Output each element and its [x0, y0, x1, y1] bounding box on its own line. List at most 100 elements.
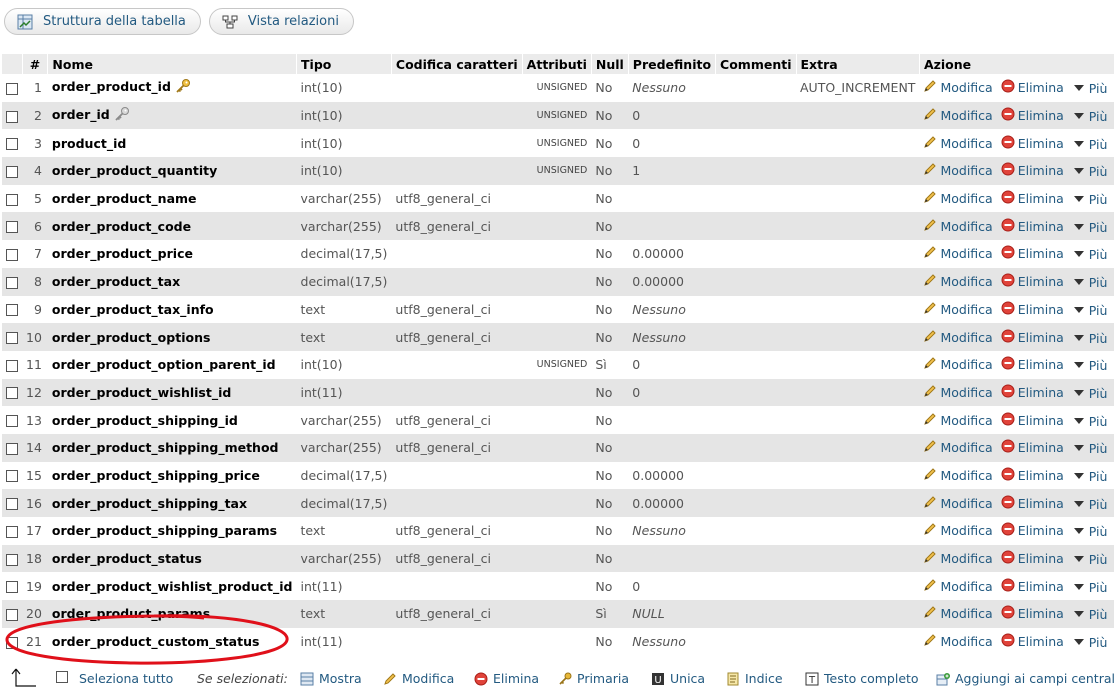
table-row[interactable]: 8 order_product_tax decimal(17,5) No 0.00000… [2, 267, 1114, 296]
more-dropdown[interactable]: Più [1072, 414, 1107, 429]
row-checkbox[interactable] [6, 525, 18, 538]
edit-button[interactable]: Modifica [923, 356, 993, 373]
table-row[interactable]: 6 order_product_code varchar(255) utf8_gene… [2, 212, 1114, 241]
row-checkbox-cell[interactable] [2, 74, 22, 102]
row-checkbox-cell[interactable] [2, 295, 22, 324]
edit-button[interactable]: Modifica [923, 79, 993, 96]
row-checkbox-cell[interactable] [2, 350, 22, 379]
drop-button[interactable]: Elimina [1001, 245, 1064, 262]
drop-button[interactable]: Elimina [1001, 135, 1064, 152]
row-checkbox-cell[interactable] [2, 433, 22, 462]
more-dropdown[interactable]: Più [1072, 358, 1107, 373]
drop-button[interactable]: Elimina [1001, 301, 1064, 318]
drop-button[interactable]: Elimina [1001, 329, 1064, 346]
drop-button[interactable]: Elimina [1001, 439, 1064, 456]
edit-button[interactable]: Modifica [923, 190, 993, 207]
edit-button[interactable]: Modifica [923, 384, 993, 401]
row-checkbox[interactable] [6, 415, 18, 428]
drop-button[interactable]: Elimina [1001, 107, 1064, 124]
footer-index-button[interactable]: Indice [726, 671, 783, 686]
row-checkbox[interactable] [6, 248, 18, 261]
row-checkbox-cell[interactable] [2, 129, 22, 158]
edit-button[interactable]: Modifica [923, 412, 993, 429]
more-dropdown[interactable]: Più [1072, 220, 1107, 235]
row-checkbox[interactable] [6, 165, 18, 178]
edit-button[interactable]: Modifica [923, 301, 993, 318]
edit-button[interactable]: Modifica [923, 522, 993, 539]
row-checkbox-cell[interactable] [2, 600, 22, 628]
more-dropdown[interactable]: Più [1072, 441, 1107, 456]
row-checkbox[interactable] [6, 221, 18, 234]
table-row[interactable]: 3 product_id int(10) UNSIGNED No 0 Modifica Eli… [2, 129, 1114, 158]
edit-button[interactable]: Modifica [923, 578, 993, 595]
row-checkbox[interactable] [6, 498, 18, 511]
more-dropdown[interactable]: Più [1072, 552, 1107, 567]
row-checkbox[interactable] [6, 304, 18, 317]
edit-button[interactable]: Modifica [923, 550, 993, 567]
edit-button[interactable]: Modifica [923, 467, 993, 484]
edit-button[interactable]: Modifica [923, 633, 993, 650]
row-checkbox-cell[interactable] [2, 461, 22, 490]
row-checkbox[interactable] [6, 332, 18, 345]
more-dropdown[interactable]: Più [1072, 386, 1107, 401]
drop-button[interactable]: Elimina [1001, 384, 1064, 401]
footer-central-columns-button[interactable]: Aggiungi ai campi centrali [936, 671, 1114, 686]
footer-drop-button[interactable]: Elimina [474, 671, 539, 686]
more-dropdown[interactable]: Più [1072, 524, 1107, 539]
row-checkbox[interactable] [6, 276, 18, 289]
table-row[interactable]: 20 order_product_params text utf8_general_c… [2, 600, 1114, 628]
footer-edit-button[interactable]: Modifica [383, 671, 454, 686]
drop-button[interactable]: Elimina [1001, 79, 1064, 96]
edit-button[interactable]: Modifica [923, 218, 993, 235]
table-row[interactable]: 16 order_product_shipping_tax decimal(17,5… [2, 489, 1114, 517]
more-dropdown[interactable]: Più [1072, 247, 1107, 262]
row-checkbox[interactable] [6, 442, 18, 455]
edit-button[interactable]: Modifica [923, 245, 993, 262]
header-type[interactable]: Tipo [296, 54, 392, 74]
edit-button[interactable]: Modifica [923, 273, 993, 290]
header-default[interactable]: Predefinito [628, 54, 717, 74]
drop-button[interactable]: Elimina [1001, 273, 1064, 290]
more-dropdown[interactable]: Più [1072, 469, 1107, 484]
row-checkbox-cell[interactable] [2, 184, 22, 213]
row-checkbox-cell[interactable] [2, 212, 22, 241]
drop-button[interactable]: Elimina [1001, 190, 1064, 207]
drop-button[interactable]: Elimina [1001, 522, 1064, 539]
row-checkbox[interactable] [6, 387, 18, 400]
drop-button[interactable]: Elimina [1001, 412, 1064, 429]
row-checkbox-cell[interactable] [2, 378, 22, 407]
drop-button[interactable]: Elimina [1001, 162, 1064, 179]
drop-button[interactable]: Elimina [1001, 633, 1064, 650]
more-dropdown[interactable]: Più [1072, 192, 1107, 207]
row-checkbox-cell[interactable] [2, 517, 22, 545]
footer-unique-button[interactable]: U Unica [651, 671, 705, 686]
row-checkbox[interactable] [6, 553, 18, 566]
table-row[interactable]: 21 order_product_custom_status int(11) No Ne… [2, 627, 1114, 656]
table-row[interactable]: 10 order_product_options text utf8_general_… [2, 323, 1114, 351]
row-checkbox-cell[interactable] [2, 101, 22, 130]
table-row[interactable]: 13 order_product_shipping_id varchar(255) u… [2, 406, 1114, 434]
table-row[interactable]: 1 order_product_id int(10) UNSIGNED No Nessun… [2, 74, 1114, 102]
footer-primary-button[interactable]: Primaria [558, 671, 629, 686]
row-checkbox-cell[interactable] [2, 572, 22, 601]
row-checkbox[interactable] [6, 608, 18, 621]
table-row[interactable]: 12 order_product_wishlist_id int(11) No 0 Mod… [2, 378, 1114, 407]
more-dropdown[interactable]: Più [1072, 607, 1107, 622]
edit-button[interactable]: Modifica [923, 605, 993, 622]
tab-table-structure[interactable]: Struttura della tabella [4, 8, 201, 35]
edit-button[interactable]: Modifica [923, 495, 993, 512]
row-checkbox[interactable] [6, 193, 18, 206]
row-checkbox-cell[interactable] [2, 544, 22, 573]
more-dropdown[interactable]: Più [1072, 164, 1107, 179]
table-row[interactable]: 14 order_product_shipping_method varchar(2… [2, 433, 1114, 462]
row-checkbox-cell[interactable] [2, 240, 22, 268]
edit-button[interactable]: Modifica [923, 135, 993, 152]
more-dropdown[interactable]: Più [1072, 137, 1107, 152]
table-row[interactable]: 18 order_product_status varchar(255) utf8_g… [2, 544, 1114, 573]
edit-button[interactable]: Modifica [923, 162, 993, 179]
drop-button[interactable]: Elimina [1001, 605, 1064, 622]
row-checkbox[interactable] [6, 82, 18, 95]
more-dropdown[interactable]: Più [1072, 303, 1107, 318]
drop-button[interactable]: Elimina [1001, 550, 1064, 567]
edit-button[interactable]: Modifica [923, 107, 993, 124]
